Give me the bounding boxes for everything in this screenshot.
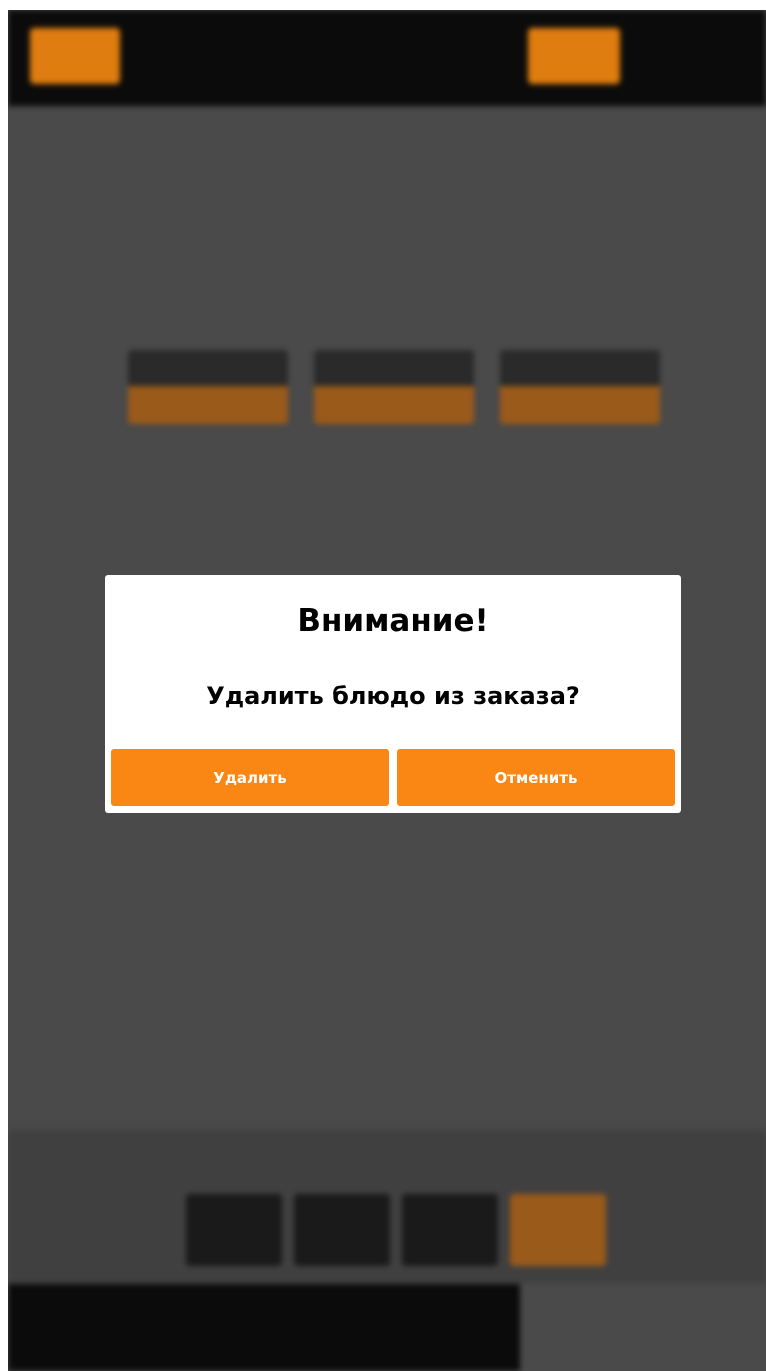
product-card: [500, 230, 660, 456]
top-left-button: [30, 28, 120, 84]
keypad-key: [186, 1194, 282, 1266]
keypad-key: [294, 1194, 390, 1266]
product-price-bar: [314, 350, 474, 386]
dialog-title: Внимание!: [297, 603, 489, 639]
footer-left: [8, 1284, 520, 1371]
delete-button[interactable]: Удалить: [111, 749, 389, 806]
product-price-bar: [500, 350, 660, 386]
top-right-text-placeholder: [668, 44, 748, 64]
footer-bar: [8, 1284, 766, 1371]
dialog-message: Удалить блюдо из заказа?: [206, 682, 580, 710]
product-price-bar: [128, 350, 288, 386]
order-panel: [8, 1130, 766, 1290]
footer-right: [520, 1284, 766, 1371]
product-card: [128, 230, 288, 456]
keypad-key: [402, 1194, 498, 1266]
product-caption: [500, 436, 660, 456]
confirm-dialog: Внимание! Удалить блюдо из заказа? Удали…: [105, 575, 681, 813]
product-caption: [314, 436, 474, 456]
product-logo: [128, 230, 288, 350]
top-right-button: [528, 28, 620, 84]
top-title-placeholder: [238, 48, 418, 70]
product-add-bar: [314, 386, 474, 424]
top-bar: [8, 10, 766, 106]
product-add-bar: [500, 386, 660, 424]
product-caption: [128, 436, 288, 456]
app-frame: Внимание! Удалить блюдо из заказа? Удали…: [8, 10, 766, 1371]
product-add-bar: [128, 386, 288, 424]
product-logo: [314, 230, 474, 350]
order-total-placeholder: [278, 1154, 508, 1178]
product-card: [314, 230, 474, 456]
keypad-key: [510, 1194, 606, 1266]
product-logo: [500, 230, 660, 350]
cancel-button[interactable]: Отменить: [397, 749, 675, 806]
